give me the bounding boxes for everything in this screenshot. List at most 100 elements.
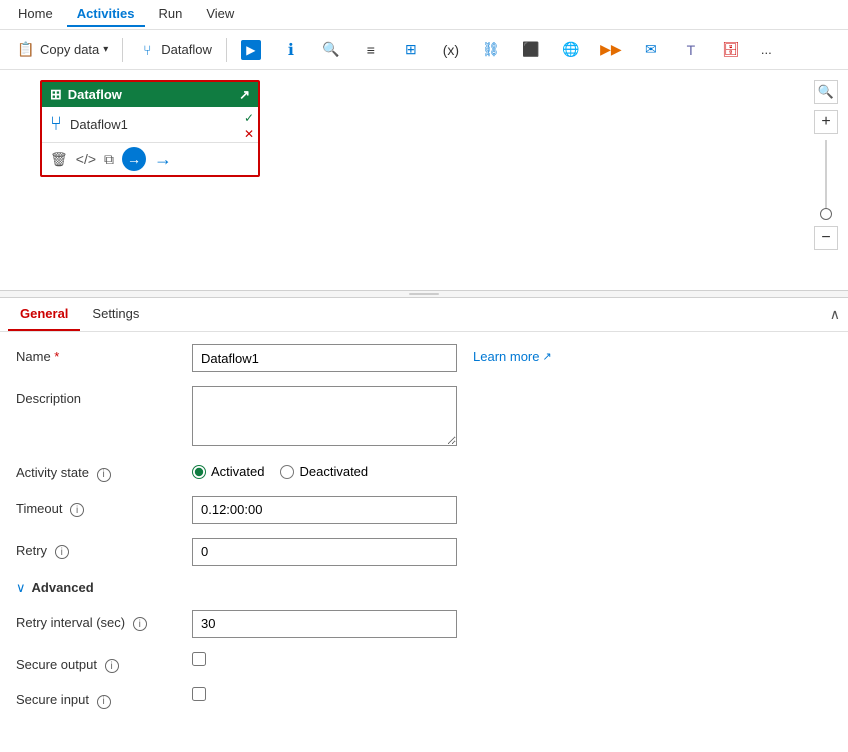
panel-divider[interactable] [0, 290, 848, 298]
activity-node-name: Dataflow1 [70, 117, 250, 132]
copy-icon[interactable]: ⧉ [104, 151, 114, 168]
menu-run[interactable]: Run [149, 2, 193, 27]
toolbar-icon-1[interactable]: ▶ [233, 36, 269, 64]
learn-more-link[interactable]: Learn more ↗ [473, 344, 552, 364]
toolbar-icon-list[interactable]: ≡ [353, 36, 389, 64]
zoom-out-button[interactable]: − [814, 226, 838, 250]
advanced-section[interactable]: ∨ Advanced [16, 580, 832, 596]
next-arrow-icon[interactable]: → [154, 149, 172, 170]
activity-node-toolbar: 🗑 </> ⧉ → → [42, 142, 258, 175]
dataflow-icon: ⑂ [137, 40, 157, 60]
description-label: Description [16, 386, 176, 406]
zoom-track [825, 140, 827, 220]
delete-icon[interactable]: 🗑 [50, 151, 68, 168]
description-input[interactable] [192, 386, 457, 446]
radio-activated-input[interactable] [192, 465, 206, 479]
zoom-handle[interactable] [820, 208, 832, 220]
radio-deactivated[interactable]: Deactivated [280, 464, 368, 479]
name-label: Name [16, 344, 176, 364]
divider-handle [409, 293, 439, 295]
success-arrow-icon[interactable]: → [122, 147, 146, 171]
name-input[interactable] [192, 344, 457, 372]
activity-node-title: Dataflow [68, 87, 122, 102]
timeout-info-icon[interactable]: i [70, 503, 84, 517]
activity-node-external-link-icon[interactable]: ↗ [239, 87, 250, 103]
canvas-controls: 🔍 + − [814, 80, 838, 250]
menu-activities[interactable]: Activities [67, 2, 145, 27]
toolbar-icon-outlook[interactable]: ✉ [633, 36, 669, 64]
status-err-icon[interactable]: ✕ [244, 127, 254, 141]
deactivated-label: Deactivated [299, 464, 368, 479]
toolbar-icon-6[interactable]: 🌐 [553, 36, 589, 64]
toolbar-icon-param[interactable]: (x) [433, 36, 469, 64]
retry-label: Retry i [16, 538, 176, 560]
toolbar-more-button[interactable]: ... [753, 38, 780, 61]
form-row-secure-output: Secure output i [16, 652, 832, 674]
menu-home[interactable]: Home [8, 2, 63, 27]
activity-node-body: ⑂ Dataflow1 ✓ ✕ [42, 107, 258, 142]
panel-collapse-button[interactable]: ∧ [830, 306, 840, 323]
form-row-secure-input: Secure input i [16, 687, 832, 709]
copy-data-label: Copy data [40, 42, 99, 57]
form-row-timeout: Timeout i [16, 496, 832, 524]
retry-info-icon[interactable]: i [55, 545, 69, 559]
activity-type-icon: ⑂ [50, 113, 62, 136]
copy-data-chevron: ▾ [103, 44, 108, 55]
retry-interval-input[interactable] [192, 610, 457, 638]
tab-general[interactable]: General [8, 298, 80, 331]
learn-more-label: Learn more [473, 349, 539, 364]
tab-settings[interactable]: Settings [80, 298, 151, 331]
toolbar-icon-7[interactable]: ▶▶ [593, 36, 629, 64]
menu-bar: Home Activities Run View [0, 0, 848, 30]
form-row-description: Description [16, 386, 832, 446]
secure-input-info-icon[interactable]: i [97, 695, 111, 709]
toolbar-icon-5[interactable]: ⬛ [513, 36, 549, 64]
toolbar-icon-teams[interactable]: T [673, 36, 709, 64]
secure-output-info-icon[interactable]: i [105, 659, 119, 673]
toolbar-icon-stack[interactable]: 🗄 [713, 36, 749, 64]
secure-output-label: Secure output i [16, 652, 176, 674]
retry-input[interactable] [192, 538, 457, 566]
external-link-icon: ↗ [542, 350, 551, 363]
dataflow-label: Dataflow [161, 42, 212, 57]
code-icon[interactable]: </> [76, 151, 96, 167]
advanced-chevron-icon: ∨ [16, 580, 26, 596]
radio-deactivated-input[interactable] [280, 465, 294, 479]
activity-state-label: Activity state i [16, 460, 176, 482]
panel-tabs: General Settings ∧ [0, 298, 848, 332]
form-body: Name Learn more ↗ Description Activity s… [0, 332, 848, 752]
radio-group-state: Activated Deactivated [192, 460, 368, 479]
activity-node-dataflow[interactable]: ⊞ Dataflow ↗ ⑂ Dataflow1 ✓ ✕ 🗑 </> ⧉ → → [40, 80, 260, 177]
activated-label: Activated [211, 464, 264, 479]
retry-interval-info-icon[interactable]: i [133, 617, 147, 631]
canvas-area: 🔍 + − ⊞ Dataflow ↗ ⑂ Dataflow1 ✓ ✕ 🗑 </>… [0, 70, 848, 290]
toolbar-icon-info[interactable]: ℹ [273, 36, 309, 64]
zoom-in-button[interactable]: + [814, 110, 838, 134]
secure-input-checkbox[interactable] [192, 687, 206, 701]
toolbar-icon-search[interactable]: 🔍 [313, 36, 349, 64]
timeout-label: Timeout i [16, 496, 176, 518]
activity-state-info-icon[interactable]: i [97, 468, 111, 482]
activity-node-header: ⊞ Dataflow ↗ [42, 82, 258, 107]
toolbar-separator-1 [122, 38, 123, 62]
form-row-retry: Retry i [16, 538, 832, 566]
activity-header-left: ⊞ Dataflow [50, 86, 122, 103]
bottom-panel: General Settings ∧ Name Learn more ↗ Des… [0, 298, 848, 752]
status-ok-icon[interactable]: ✓ [244, 111, 254, 125]
secure-input-label: Secure input i [16, 687, 176, 709]
retry-interval-label: Retry interval (sec) i [16, 610, 176, 632]
secure-output-checkbox[interactable] [192, 652, 206, 666]
dataflow-node-icon: ⊞ [50, 86, 62, 103]
radio-activated[interactable]: Activated [192, 464, 264, 479]
toolbar-icon-flow[interactable]: ⛓ [473, 36, 509, 64]
canvas-search-button[interactable]: 🔍 [814, 80, 838, 104]
menu-view[interactable]: View [196, 2, 244, 27]
dataflow-button[interactable]: ⑂ Dataflow [129, 36, 220, 64]
timeout-input[interactable] [192, 496, 457, 524]
activity-status-icons: ✓ ✕ [244, 111, 254, 141]
form-row-retry-interval: Retry interval (sec) i [16, 610, 832, 638]
toolbar-icon-table[interactable]: ⊞ [393, 36, 429, 64]
copy-data-icon: 📋 [16, 40, 36, 60]
copy-data-button[interactable]: 📋 Copy data ▾ [8, 36, 116, 64]
form-row-activity-state: Activity state i Activated Deactivated [16, 460, 832, 482]
